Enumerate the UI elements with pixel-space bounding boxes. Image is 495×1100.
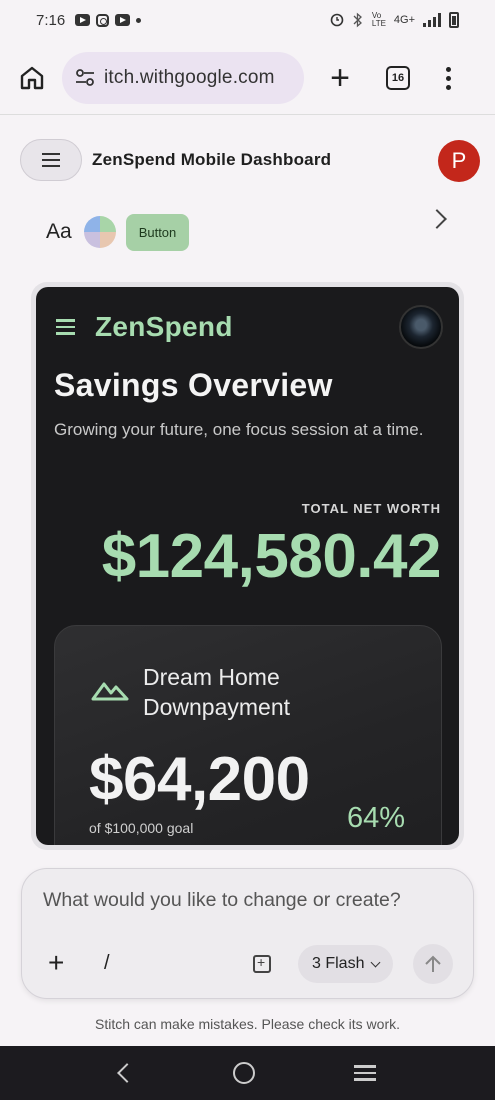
address-bar[interactable]: itch.withgoogle.com xyxy=(62,52,304,104)
status-bar: 7:16 Vo LTE 4G+ xyxy=(0,0,495,40)
preview-menu-icon[interactable] xyxy=(56,319,75,335)
goal-target: of $100,000 goal xyxy=(89,820,194,836)
preview-brand: ZenSpend xyxy=(95,311,233,342)
mountain-icon xyxy=(91,682,129,701)
home-circle-icon[interactable] xyxy=(232,1062,255,1084)
status-right: Vo LTE 4G+ xyxy=(330,12,459,28)
hamburger-icon xyxy=(42,153,60,155)
preview-header: ZenSpend xyxy=(56,305,443,349)
avatar[interactable]: P xyxy=(438,140,480,182)
new-tab-button[interactable]: + xyxy=(324,61,356,95)
font-selector[interactable]: Aa xyxy=(46,220,72,244)
alarm-icon xyxy=(330,13,344,27)
network-label: 4G+ xyxy=(393,14,415,26)
project-title: ZenSpend Mobile Dashboard xyxy=(92,150,332,169)
chevron-right-icon[interactable] xyxy=(427,209,447,229)
browser-toolbar: itch.withgoogle.com + 16 xyxy=(0,44,495,112)
browser-home-button[interactable] xyxy=(16,62,48,94)
toolbar-divider xyxy=(0,114,495,115)
signal-icon xyxy=(423,13,441,27)
bluetooth-icon xyxy=(353,12,362,28)
system-nav-bar xyxy=(0,1046,495,1100)
add-screen-icon[interactable] xyxy=(253,954,271,973)
prompt-box[interactable]: What would you like to change or create?… xyxy=(21,868,474,999)
url-text[interactable]: itch.withgoogle.com xyxy=(104,67,275,89)
add-attachment-button[interactable]: + xyxy=(48,949,64,977)
youtube-icon xyxy=(75,14,91,26)
prompt-input[interactable]: What would you like to change or create? xyxy=(43,889,401,912)
net-worth-label: TOTAL NET WORTH xyxy=(301,501,441,516)
goal-percent: 64% xyxy=(346,802,405,834)
preview-subtitle: Growing your future, one focus session a… xyxy=(54,420,424,439)
site-settings-icon[interactable] xyxy=(74,68,96,88)
color-palette-icon[interactable] xyxy=(83,216,116,248)
goal-name: Dream Home Downpayment xyxy=(143,664,291,720)
disclaimer-text: Stitch can make mistakes. Please check i… xyxy=(95,1016,400,1032)
arrow-up-icon xyxy=(425,955,441,972)
tab-switcher-button[interactable]: 16 xyxy=(386,66,410,90)
back-icon[interactable] xyxy=(116,1063,137,1083)
design-preview-frame: ZenSpend Savings Overview Growing your f… xyxy=(31,282,464,850)
button-style-chip[interactable]: Button xyxy=(125,213,190,251)
status-time: 7:16 xyxy=(36,11,66,29)
theme-row: Aa Button xyxy=(46,209,447,252)
menu-button[interactable] xyxy=(20,139,82,181)
goal-amount: $64,200 xyxy=(89,745,310,814)
send-button[interactable] xyxy=(413,944,453,984)
home-icon xyxy=(20,66,44,90)
app-header: ZenSpend Mobile Dashboard P xyxy=(20,138,482,182)
model-label: 3 Flash xyxy=(312,955,365,972)
chevron-down-icon xyxy=(371,957,381,967)
preview-avatar[interactable] xyxy=(399,305,443,349)
notification-icons xyxy=(75,13,142,27)
status-left: 7:16 xyxy=(36,11,142,29)
browser-menu-button[interactable] xyxy=(446,66,451,90)
savings-goal-card[interactable]: Dream Home Downpayment $64,200 of $100,0… xyxy=(54,625,442,845)
design-preview[interactable]: ZenSpend Savings Overview Growing your f… xyxy=(36,287,459,845)
volte-label: Vo LTE xyxy=(371,11,386,28)
battery-icon xyxy=(449,12,459,28)
slash-command-button[interactable]: / xyxy=(104,952,110,975)
net-worth-value: $124,580.42 xyxy=(101,522,442,591)
model-selector[interactable]: 3 Flash xyxy=(298,945,394,983)
notification-dot-icon xyxy=(136,17,142,23)
instagram-icon xyxy=(96,13,110,27)
preview-title: Savings Overview xyxy=(54,367,333,403)
recents-icon[interactable] xyxy=(353,1065,376,1081)
youtube-icon xyxy=(115,14,131,26)
